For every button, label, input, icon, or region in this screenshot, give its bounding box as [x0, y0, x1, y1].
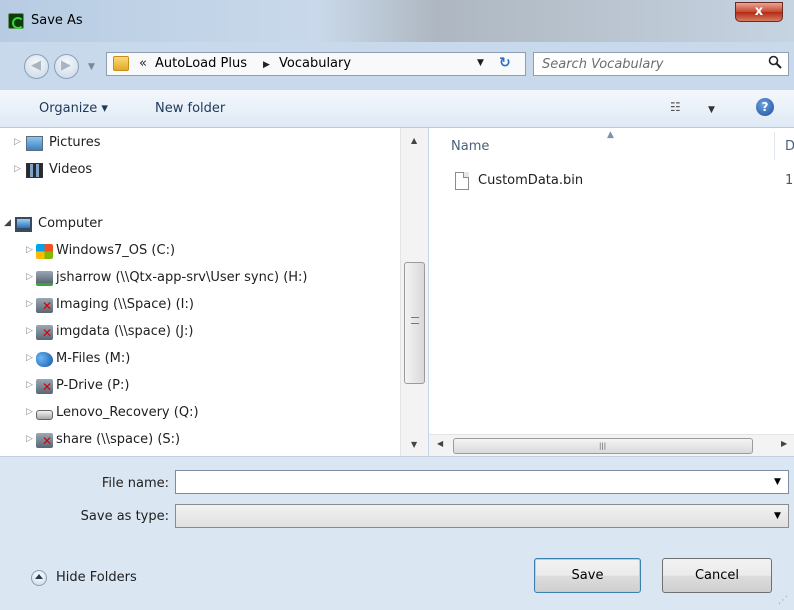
scroll-left-icon[interactable]: ◀ — [437, 439, 443, 448]
file-list-scrollbar[interactable]: ◀ ||| ▶ — [429, 434, 794, 456]
command-bar: Organize ▾ New folder ☷ ▼ ? — [0, 90, 794, 128]
refresh-icon[interactable]: ↻ — [499, 55, 511, 71]
chevron-down-icon[interactable]: ▼ — [774, 477, 781, 487]
sort-ascending-icon: ▲ — [607, 130, 614, 140]
search-icon[interactable] — [768, 55, 782, 69]
videos-icon — [26, 163, 43, 178]
save-as-dialog: Save As x ◀ ▶ ▼ « AutoLoad Plus ▶ Vocabu… — [0, 0, 794, 610]
file-list-pane[interactable]: Name ▲ D CustomData.bin 12 ◀ ||| ▶ — [429, 128, 794, 456]
organize-button[interactable]: Organize ▾ — [39, 101, 108, 116]
collapse-arrow-icon[interactable]: ◢ — [4, 218, 11, 228]
scrollbar-thumb[interactable]: ||| — [453, 438, 753, 454]
network-drive-icon — [36, 271, 53, 286]
computer-icon — [15, 217, 32, 232]
tree-item-label: jsharrow (\\Qtx-app-srv\User sync) (H:) — [56, 270, 308, 285]
navigation-scrollbar[interactable]: ▲ ▼ — [400, 128, 428, 456]
column-divider[interactable] — [774, 132, 775, 160]
arrow-left-icon: ◀ — [31, 58, 41, 73]
save-as-type-label: Save as type: — [80, 509, 169, 524]
expand-arrow-icon[interactable]: ▷ — [26, 272, 33, 282]
forward-button[interactable]: ▶ — [54, 54, 79, 79]
arrow-right-icon: ▶ — [61, 58, 71, 73]
os-drive-icon — [36, 244, 53, 259]
expand-arrow-icon[interactable]: ▷ — [26, 380, 33, 390]
scrollbar-thumb[interactable] — [404, 262, 425, 384]
expand-arrow-icon[interactable]: ▷ — [26, 245, 33, 255]
help-icon[interactable]: ? — [756, 98, 774, 116]
tree-item-label: Imaging (\\Space) (I:) — [56, 297, 194, 312]
drive-icon — [36, 410, 53, 420]
mfiles-icon — [36, 352, 53, 367]
tree-item-label: P-Drive (P:) — [56, 378, 130, 393]
tree-item-label: Videos — [49, 162, 93, 177]
address-dropdown-icon[interactable]: ▼ — [477, 58, 484, 68]
tree-item-label: share (\\space) (S:) — [56, 432, 181, 447]
disconnected-drive-icon — [36, 379, 53, 394]
file-date: 12 — [785, 173, 794, 188]
file-name-combo[interactable]: ▼ — [175, 470, 789, 494]
close-button[interactable]: x — [735, 2, 783, 22]
scroll-down-icon[interactable]: ▼ — [411, 440, 417, 449]
scroll-right-icon[interactable]: ▶ — [781, 439, 787, 448]
file-name: CustomData.bin — [478, 173, 584, 188]
disconnected-drive-icon — [36, 433, 53, 448]
tree-item-label: M-Files (M:) — [56, 351, 131, 366]
file-icon — [455, 172, 469, 190]
tree-item-label: imgdata (\\space) (J:) — [56, 324, 194, 339]
pictures-icon — [26, 136, 43, 151]
tree-item-label: Lenovo_Recovery (Q:) — [56, 405, 199, 420]
app-icon — [8, 13, 24, 29]
save-button[interactable]: Save — [534, 558, 641, 593]
expand-arrow-icon[interactable]: ▷ — [14, 164, 21, 174]
collapse-up-icon[interactable] — [31, 570, 47, 586]
tree-item-label: Pictures — [49, 135, 101, 150]
recent-locations-dropdown[interactable]: ▼ — [88, 62, 98, 72]
folder-icon — [113, 56, 129, 71]
resize-grip-icon[interactable]: ⋰ — [778, 595, 788, 606]
search-box[interactable] — [533, 52, 789, 76]
cancel-button[interactable]: Cancel — [662, 558, 772, 593]
back-button[interactable]: ◀ — [24, 54, 49, 79]
chevron-down-icon[interactable]: ▼ — [774, 511, 781, 521]
view-dropdown-icon[interactable]: ▼ — [708, 105, 715, 115]
file-name-input[interactable] — [180, 473, 760, 491]
breadcrumb-overflow[interactable]: « — [139, 56, 147, 71]
window-title: Save As — [31, 13, 83, 28]
save-as-type-select[interactable]: ▼ — [175, 504, 789, 528]
address-bar[interactable]: « AutoLoad Plus ▶ Vocabulary ▼ ↻ — [106, 52, 526, 76]
expand-arrow-icon[interactable]: ▷ — [26, 434, 33, 444]
navigation-bar: ◀ ▶ ▼ « AutoLoad Plus ▶ Vocabulary ▼ ↻ — [0, 42, 794, 90]
view-options-icon[interactable]: ☷ — [670, 100, 681, 114]
file-row[interactable]: CustomData.bin 12 — [449, 172, 794, 194]
tree-item-label: Windows7_OS (C:) — [56, 243, 176, 258]
grip-icon: ||| — [599, 442, 607, 450]
expand-arrow-icon[interactable]: ▷ — [26, 407, 33, 417]
save-form: File name: ▼ Save as type: ▼ Hide Folder… — [0, 456, 794, 610]
expand-arrow-icon[interactable]: ▷ — [26, 353, 33, 363]
disconnected-drive-icon — [36, 325, 53, 340]
disconnected-drive-icon — [36, 298, 53, 313]
hide-folders-label[interactable]: Hide Folders — [56, 570, 137, 585]
breadcrumb-autoload-plus[interactable]: AutoLoad Plus — [155, 56, 247, 71]
expand-arrow-icon[interactable]: ▷ — [14, 137, 21, 147]
scroll-up-icon[interactable]: ▲ — [411, 136, 417, 145]
title-bar[interactable]: Save As x — [0, 0, 794, 42]
grip-icon — [411, 317, 419, 324]
expand-arrow-icon[interactable]: ▷ — [26, 299, 33, 309]
navigation-pane[interactable]: ▷ Pictures ▷ Videos ◢ Computer ▷ Windows… — [0, 128, 428, 456]
tree-item-label: Computer — [38, 216, 103, 231]
file-name-label: File name: — [101, 476, 169, 491]
expand-arrow-icon[interactable]: ▷ — [26, 326, 33, 336]
breadcrumb-vocabulary[interactable]: Vocabulary — [279, 56, 351, 71]
new-folder-button[interactable]: New folder — [155, 101, 225, 116]
search-input[interactable] — [542, 55, 752, 73]
column-header-date[interactable]: D — [785, 139, 794, 154]
breadcrumb-separator-icon[interactable]: ▶ — [263, 60, 270, 70]
column-header-name[interactable]: Name — [451, 139, 489, 154]
